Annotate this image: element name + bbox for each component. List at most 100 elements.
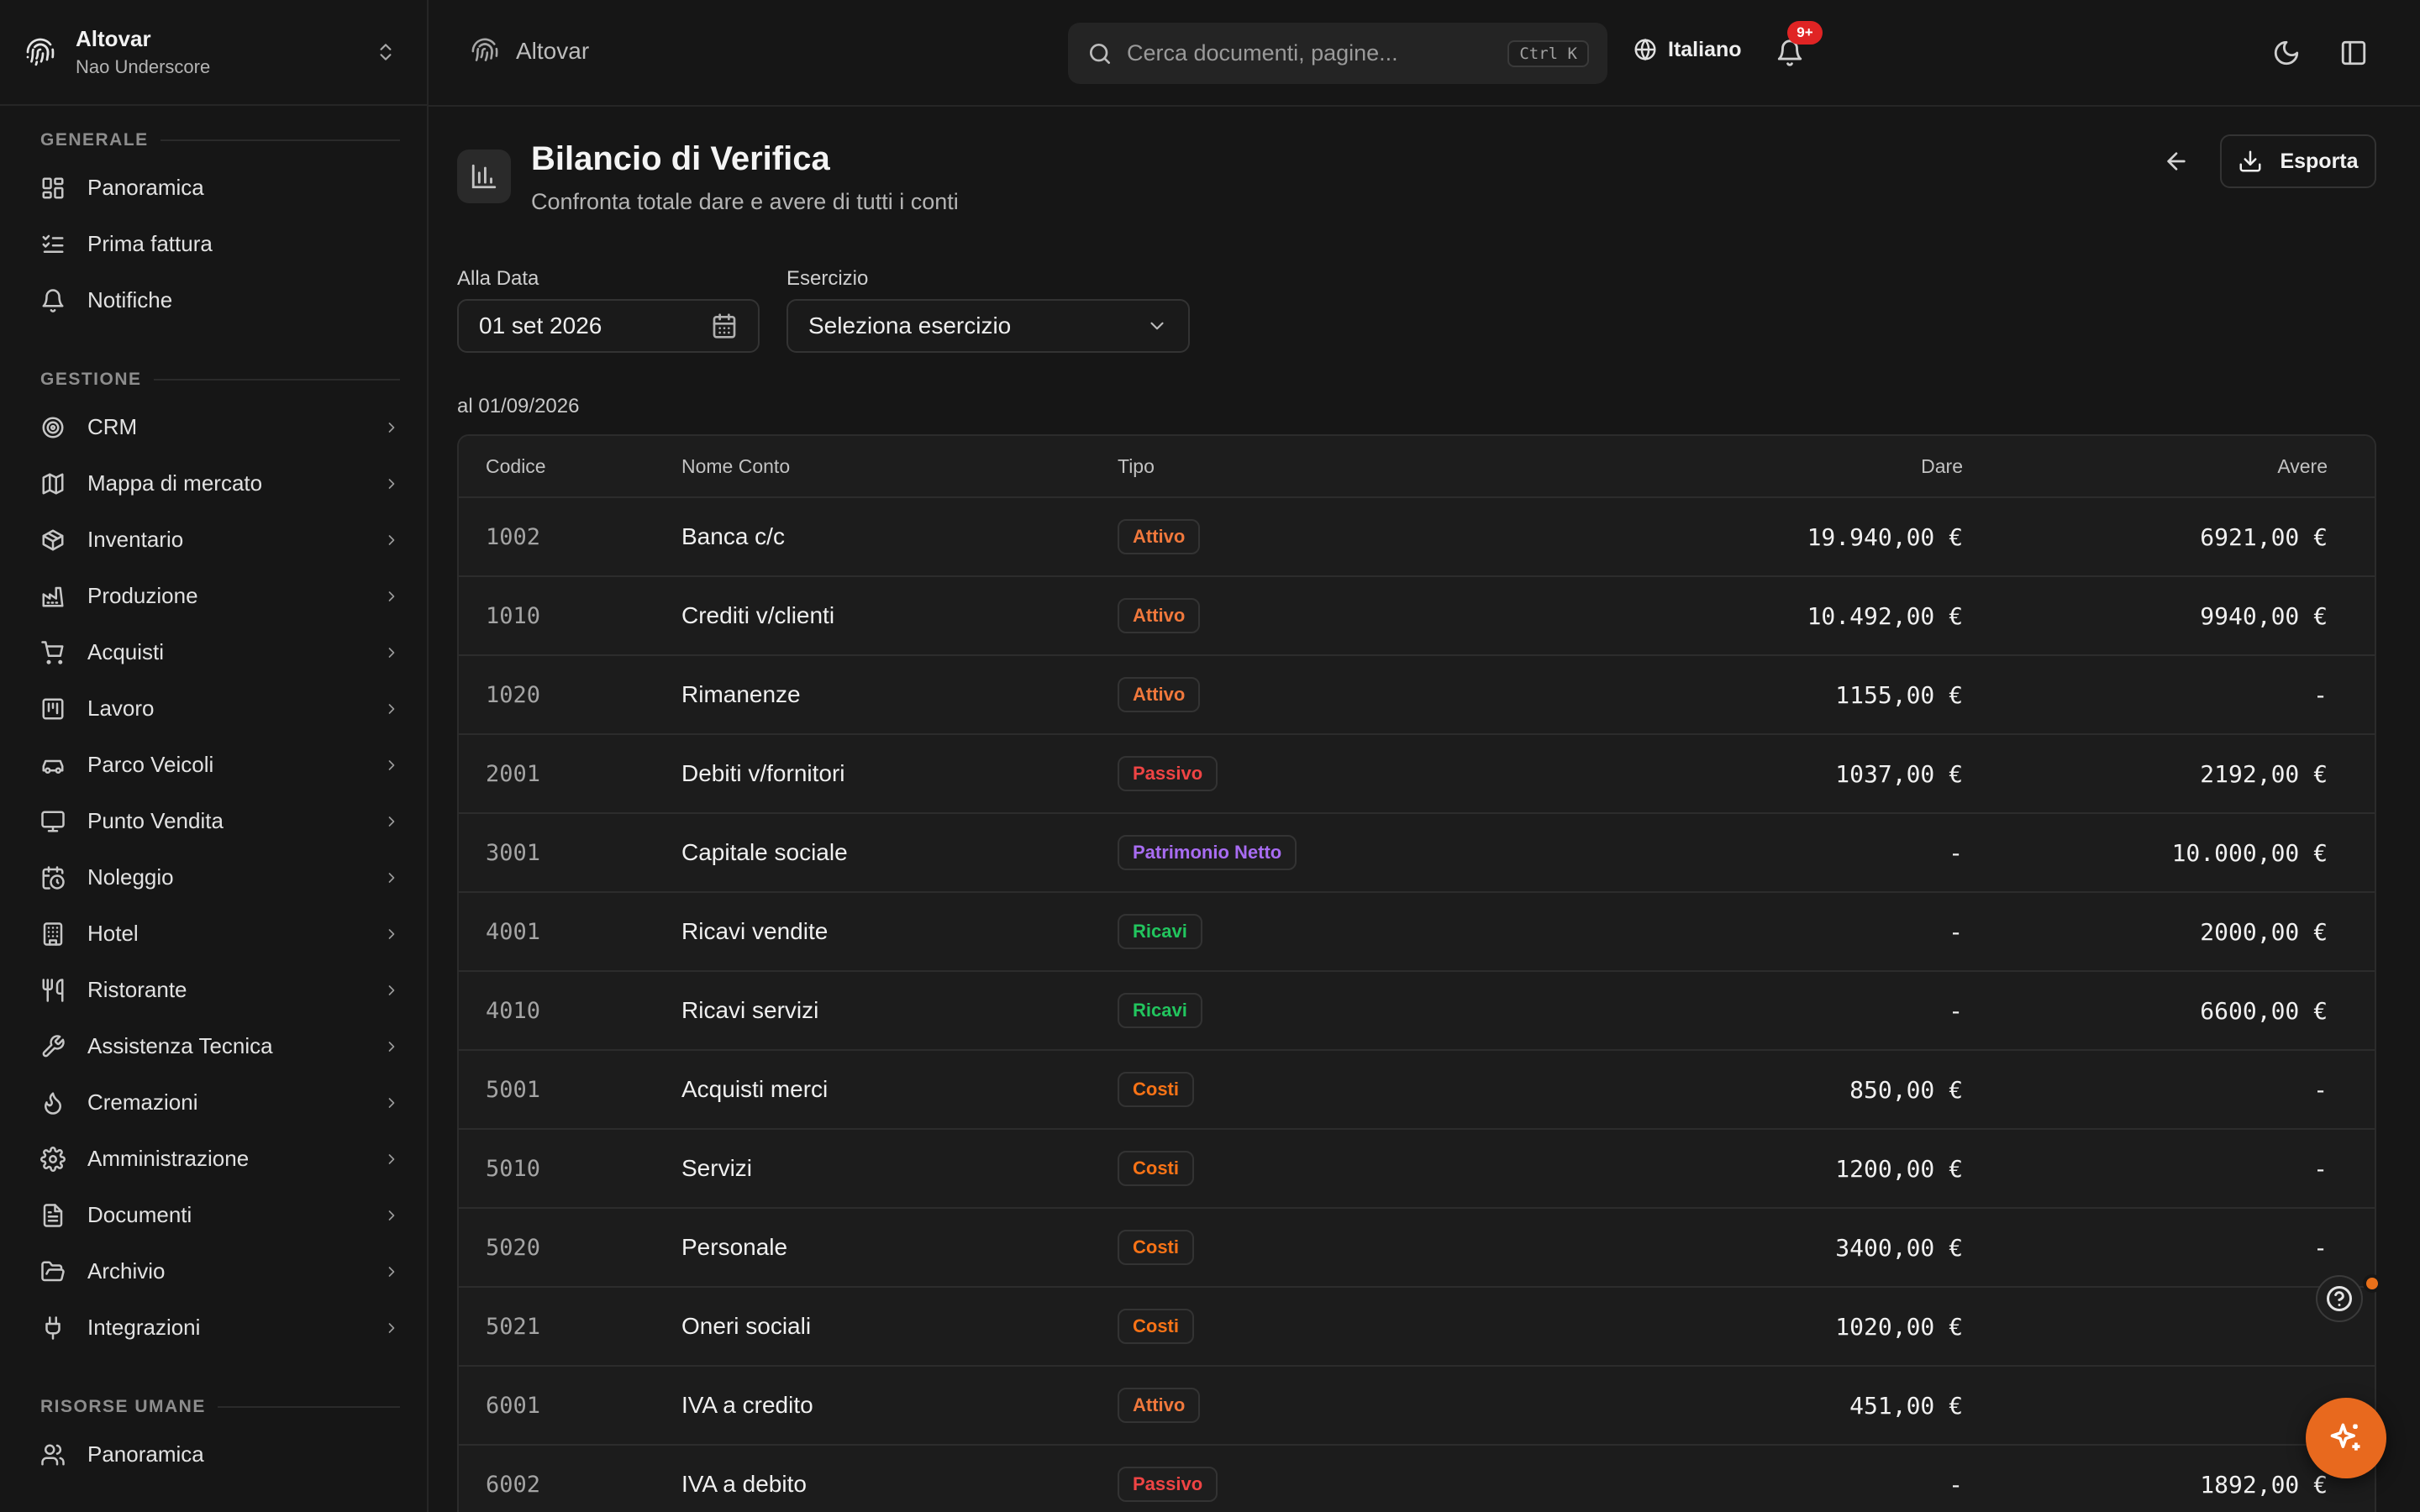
dare-amount: 850,00 € <box>1849 1075 1963 1104</box>
table-row[interactable]: 6001 IVA a credito Attivo 451,00 € <box>459 1367 2375 1446</box>
table-body: 1002 Banca c/c Attivo 19.940,00 €6921,00 €1… <box>459 498 2375 1512</box>
search-icon <box>1090 43 1110 64</box>
calendar-clock-icon <box>42 865 65 890</box>
sidebar-item-archivio[interactable]: Archivio <box>40 1243 400 1299</box>
workspace-name: Altovar <box>76 26 151 51</box>
table-row[interactable]: 5020 Personale Costi 3400,00 € - <box>459 1209 2375 1288</box>
account-name: Capitale sociale <box>681 839 848 865</box>
account-type-cell: Costi <box>1118 1151 1571 1186</box>
account-name: Oneri sociali <box>681 1313 812 1339</box>
sidebar-item-crm[interactable]: CRM <box>40 399 400 455</box>
plug-icon <box>45 1315 60 1340</box>
column-header-dare[interactable]: Dare <box>1571 455 1963 478</box>
sidebar-section-items: CRM Mappa di mercato Inventario Produzione A… <box>40 399 400 1356</box>
account-code: 3001 <box>486 839 541 866</box>
sidebar-item-parco-veicoli[interactable]: Parco Veicoli <box>40 737 400 793</box>
table-row[interactable]: 5021 Oneri sociali Costi 1020,00 € <box>459 1288 2375 1367</box>
account-code: 5001 <box>486 1076 541 1103</box>
sidebar-item-panoramica[interactable]: Panoramica <box>40 160 400 216</box>
account-code: 6001 <box>486 1392 541 1419</box>
sidebar-item-cremazioni[interactable]: Cremazioni <box>40 1074 400 1131</box>
sidebar-item-label: Panoramica <box>87 175 204 200</box>
sidebar-item-documenti[interactable]: Documenti <box>40 1187 400 1243</box>
account-name: Banca c/c <box>681 523 785 549</box>
globe-icon <box>1634 38 1656 61</box>
language-selector[interactable]: Italiano <box>1633 37 1742 62</box>
account-type-badge: Costi <box>1118 1309 1194 1344</box>
avere-amount: 10.000,00 € <box>2171 838 2328 867</box>
table-row[interactable]: 4001 Ricavi vendite Ricavi - 2000,00 € <box>459 893 2375 972</box>
sidebar-item-label: Inventario <box>87 527 184 552</box>
table-row[interactable]: 2001 Debiti v/fornitori Passivo 1037,00 € 21… <box>459 735 2375 814</box>
account-type-badge: Ricavi <box>1118 993 1202 1028</box>
moon-icon[interactable] <box>2272 39 2301 67</box>
factory-icon <box>42 586 64 606</box>
page-chart-icon-tile <box>457 150 511 203</box>
table-row[interactable]: 1020 Rimanenze Attivo 1155,00 € - <box>459 656 2375 735</box>
sidebar-item-prima-fattura[interactable]: Prima fattura <box>40 216 400 272</box>
utensils-icon <box>42 978 64 1002</box>
account-type-badge: Attivo <box>1118 1388 1201 1423</box>
sidebar-item-mappa-di-mercato[interactable]: Mappa di mercato <box>40 455 400 512</box>
sidebar-item-punto-vendita[interactable]: Punto Vendita <box>40 793 400 849</box>
account-code: 4010 <box>486 997 541 1024</box>
date-label: Alla Data <box>457 267 539 290</box>
file-icon <box>43 1203 63 1227</box>
sidebar-item-amministrazione[interactable]: Amministrazione <box>40 1131 400 1187</box>
table-row[interactable]: 5001 Acquisti merci Costi 850,00 € - <box>459 1051 2375 1130</box>
sidebar-item-label: Prima fattura <box>87 231 213 256</box>
search-input[interactable]: Cerca documenti, pagine... Ctrl K <box>1068 23 1607 84</box>
account-code: 6002 <box>486 1471 541 1498</box>
bell-icon <box>42 288 64 312</box>
calendar-icon <box>713 313 736 339</box>
sidebar-item-inventario[interactable]: Inventario <box>40 512 400 568</box>
help-button[interactable] <box>2316 1275 2363 1322</box>
column-header-code[interactable]: Codice <box>459 455 681 478</box>
account-type-cell: Attivo <box>1118 1388 1571 1423</box>
sidebar-section-items: Panoramica Prima fattura Notifiche <box>40 160 400 328</box>
panel-toggle-icon[interactable] <box>2339 39 2368 67</box>
sidebar-section-label: GENERALE <box>40 126 400 155</box>
table-row[interactable]: 4010 Ricavi servizi Ricavi - 6600,00 € <box>459 972 2375 1051</box>
table-row[interactable]: 1002 Banca c/c Attivo 19.940,00 € 6921,00 € <box>459 498 2375 577</box>
table-row[interactable]: 5010 Servizi Costi 1200,00 € - <box>459 1130 2375 1209</box>
chevron-right-icon <box>388 1322 395 1333</box>
download-icon <box>2239 150 2261 172</box>
sidebar-item-integrazioni[interactable]: Integrazioni <box>40 1299 400 1356</box>
sidebar-item-acquisti[interactable]: Acquisti <box>40 624 400 680</box>
column-header-type[interactable]: Tipo <box>1118 455 1571 478</box>
sidebar-item-noleggio[interactable]: Noleggio <box>40 849 400 906</box>
export-button[interactable]: Esporta <box>2220 134 2376 188</box>
sidebar-item-notifiche[interactable]: Notifiche <box>40 272 400 328</box>
sidebar-item-hotel[interactable]: Hotel <box>40 906 400 962</box>
dare-amount: - <box>1949 838 1963 867</box>
account-type-cell: Passivo <box>1118 1467 1571 1502</box>
sidebar-item-panoramica[interactable]: Panoramica <box>40 1426 400 1483</box>
chevron-right-icon <box>388 647 395 658</box>
date-picker[interactable]: 01 set 2026 <box>457 299 760 353</box>
workspace-switcher[interactable]: Altovar Nao Underscore <box>0 0 427 106</box>
sidebar-item-lavoro[interactable]: Lavoro <box>40 680 400 737</box>
sidebar-item-label: Acquisti <box>87 639 165 664</box>
sidebar-item-ristorante[interactable]: Ristorante <box>40 962 400 1018</box>
back-button[interactable] <box>2160 144 2193 178</box>
table-row[interactable]: 1010 Crediti v/clienti Attivo 10.492,00 € 99… <box>459 577 2375 656</box>
kanban-icon <box>42 698 64 719</box>
column-header-avere[interactable]: Avere <box>1963 455 2354 478</box>
sidebar-section-label: RISORSE UMANE <box>40 1393 400 1421</box>
sidebar-item-assistenza-tecnica[interactable]: Assistenza Tecnica <box>40 1018 400 1074</box>
sidebar-item-label: CRM <box>87 414 138 439</box>
sidebar-item-label: Panoramica <box>87 1441 204 1467</box>
avere-amount: 6600,00 € <box>2200 996 2328 1025</box>
account-type-cell: Ricavi <box>1118 993 1571 1028</box>
fiscal-year-select[interactable]: Seleziona esercizio <box>786 299 1190 353</box>
column-header-name[interactable]: Nome Conto <box>681 455 1118 478</box>
ai-assistant-button[interactable] <box>2306 1398 2386 1478</box>
table-row[interactable]: 6002 IVA a debito Passivo - 1892,00 € <box>459 1446 2375 1512</box>
table-row[interactable]: 3001 Capitale sociale Patrimonio Netto - 10.… <box>459 814 2375 893</box>
account-type-badge: Attivo <box>1118 677 1201 712</box>
breadcrumb[interactable]: Altovar <box>471 37 589 66</box>
sidebar-item-label: Integrazioni <box>87 1315 201 1340</box>
sidebar-item-label: Noleggio <box>87 864 174 890</box>
sidebar-item-produzione[interactable]: Produzione <box>40 568 400 624</box>
